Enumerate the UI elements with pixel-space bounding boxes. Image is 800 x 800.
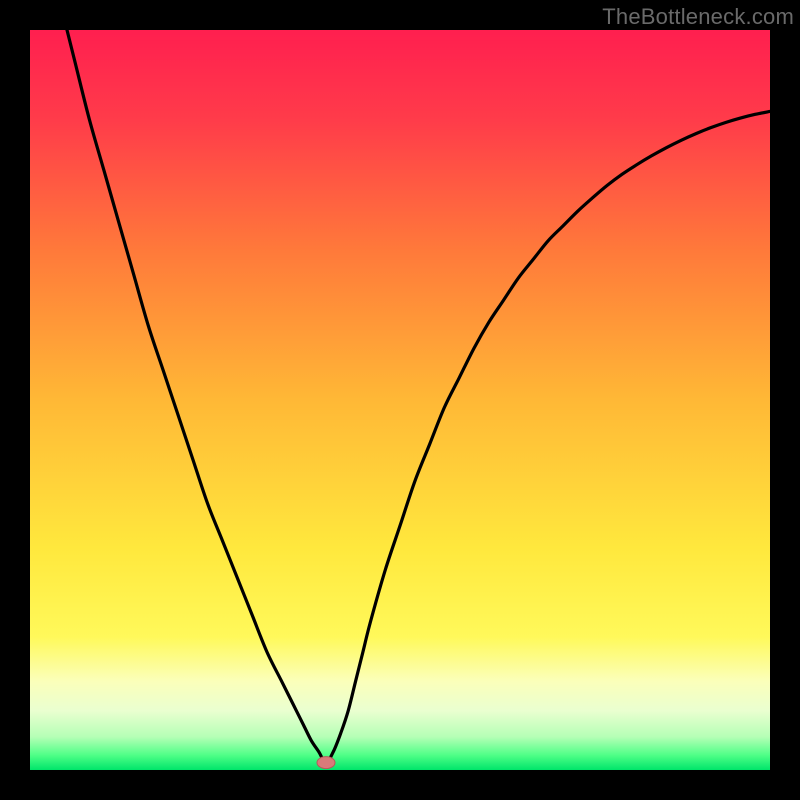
chart-frame: TheBottleneck.com [0,0,800,800]
watermark-text: TheBottleneck.com [602,4,794,30]
plot-area [30,30,770,770]
chart-svg [30,30,770,770]
optimum-marker [317,757,335,769]
gradient-background [30,30,770,770]
